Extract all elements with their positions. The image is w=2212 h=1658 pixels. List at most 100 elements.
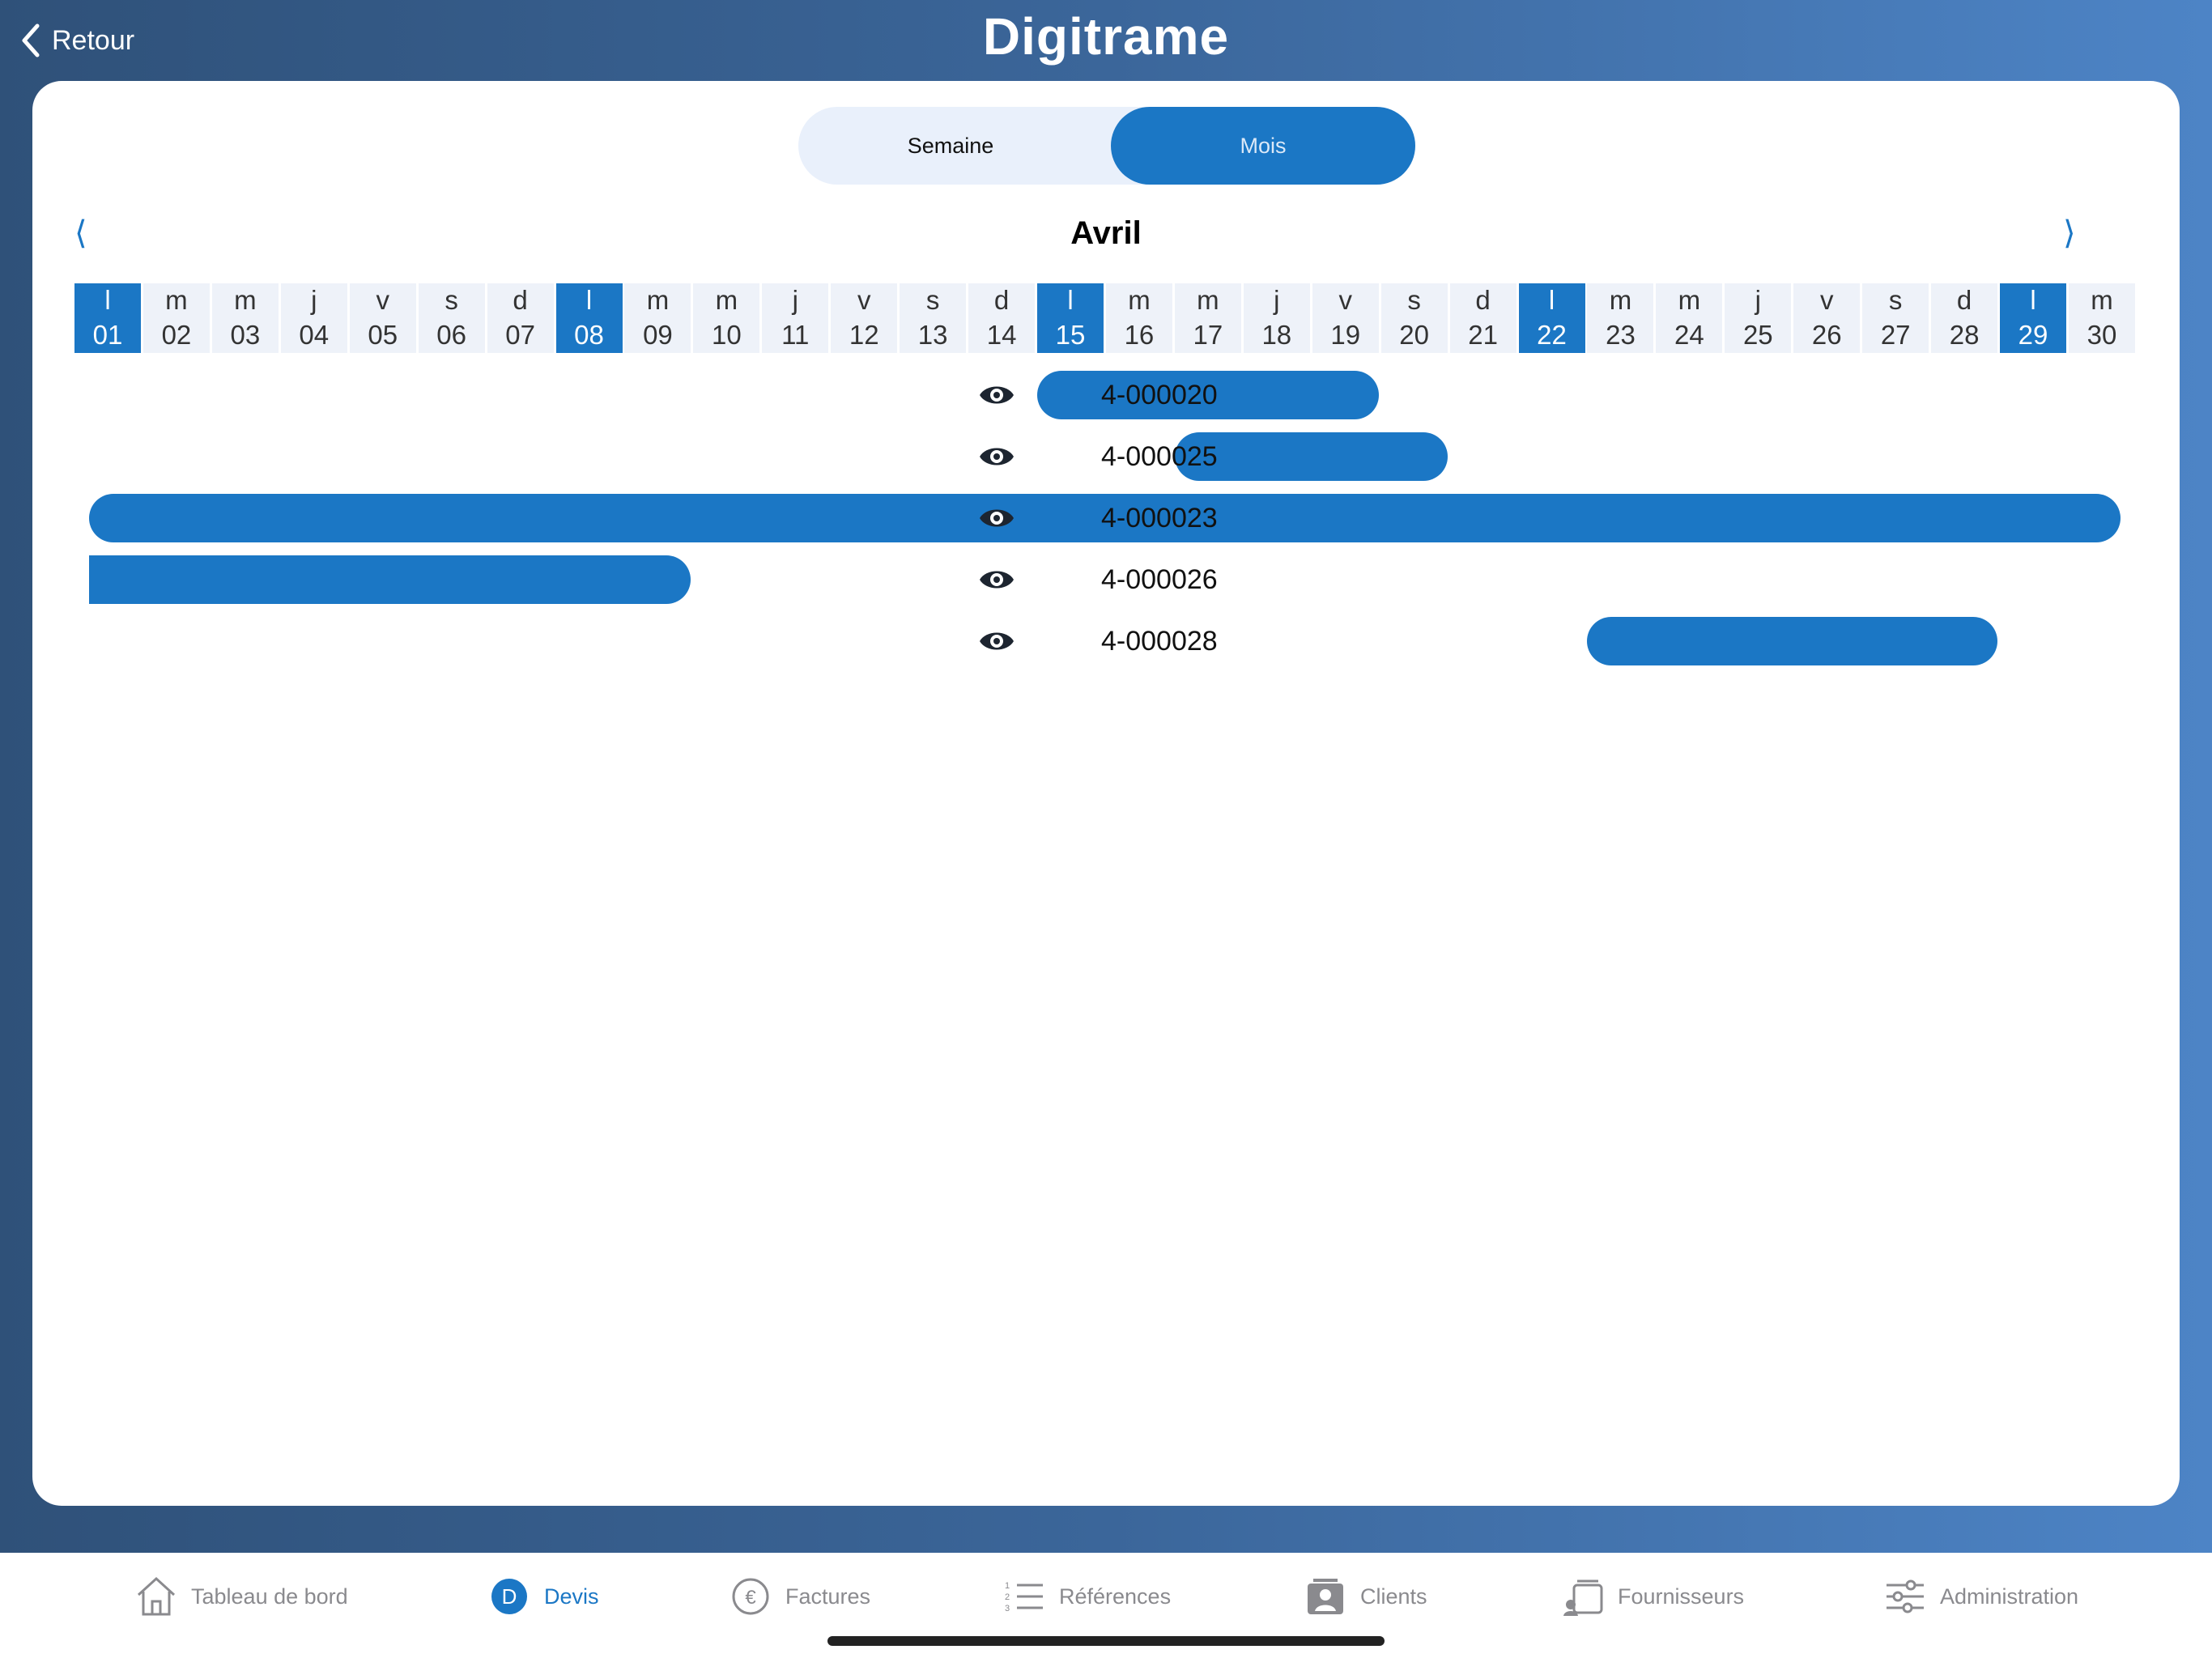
svg-text:3: 3: [1005, 1604, 1010, 1613]
day-number: 21: [1468, 320, 1498, 350]
day-cell[interactable]: s 27: [1862, 283, 1929, 353]
day-cell[interactable]: m 23: [1587, 283, 1654, 353]
day-letter: l: [1067, 285, 1074, 315]
day-letter: m: [234, 285, 257, 315]
day-number: 11: [781, 320, 810, 350]
day-cell[interactable]: s 06: [418, 283, 485, 353]
day-cell[interactable]: m 09: [624, 283, 691, 353]
day-number: 29: [2018, 320, 2048, 350]
day-number: 25: [1742, 320, 1773, 350]
tab-devis-d[interactable]: D Devis: [487, 1575, 599, 1618]
day-letter: j: [1274, 285, 1280, 315]
day-cell[interactable]: m 10: [693, 283, 760, 353]
tab-client-card[interactable]: Clients: [1304, 1575, 1427, 1618]
day-letter: v: [1338, 285, 1352, 315]
tab-sliders[interactable]: Administration: [1883, 1575, 2078, 1618]
day-letter: s: [445, 285, 458, 315]
tab-supplier[interactable]: Fournisseurs: [1561, 1575, 1744, 1618]
day-cell[interactable]: s 13: [900, 283, 967, 353]
quote-number: 4-000025: [1101, 441, 1218, 472]
month-title: Avril: [1070, 215, 1142, 251]
quote-timeline-bar[interactable]: [1587, 617, 1998, 665]
eye-icon[interactable]: [978, 627, 1015, 656]
month-view-button[interactable]: Mois: [1111, 107, 1415, 185]
day-letter: d: [513, 285, 528, 315]
tab-euro[interactable]: € Factures: [729, 1575, 870, 1618]
day-letter: m: [1678, 285, 1701, 315]
quote-number: 4-000028: [1101, 626, 1218, 657]
day-letter: m: [2091, 285, 2113, 315]
day-cell[interactable]: d 07: [487, 283, 554, 353]
day-number: 27: [1880, 320, 1911, 350]
eye-icon[interactable]: [978, 442, 1015, 471]
day-cell[interactable]: j 11: [762, 283, 829, 353]
day-letter: l: [2030, 285, 2036, 315]
day-letter: m: [646, 285, 670, 315]
quote-row: 4-000025: [32, 432, 2180, 481]
quote-row: 4-000028: [32, 617, 2180, 665]
svg-text:2: 2: [1005, 1592, 1010, 1602]
day-cell[interactable]: m 24: [1656, 283, 1723, 353]
quote-timeline-bar[interactable]: [89, 555, 691, 604]
eye-icon[interactable]: [978, 504, 1015, 533]
day-cell[interactable]: m 17: [1174, 283, 1241, 353]
day-letter: m: [165, 285, 188, 315]
quote-number: 4-000023: [1101, 503, 1218, 534]
day-number: 05: [368, 320, 398, 350]
day-cell[interactable]: v 12: [831, 283, 898, 353]
week-view-button[interactable]: Semaine: [798, 107, 1103, 185]
day-letter: d: [993, 285, 1010, 315]
eye-icon[interactable]: [978, 565, 1015, 594]
day-cell[interactable]: v 05: [349, 283, 416, 353]
day-cell[interactable]: d 14: [968, 283, 1036, 353]
day-number: 24: [1674, 320, 1704, 350]
day-cell[interactable]: d 28: [1931, 283, 1998, 353]
quote-row: 4-000026: [32, 555, 2180, 604]
next-month-button[interactable]: ⟩: [2063, 215, 2076, 252]
tab-house[interactable]: Tableau de bord: [134, 1575, 348, 1618]
day-cell[interactable]: m 30: [2068, 283, 2135, 353]
day-letter: s: [925, 285, 940, 315]
day-letter: l: [1548, 285, 1555, 315]
day-cell[interactable]: l 01: [74, 283, 141, 353]
day-cell[interactable]: m 02: [143, 283, 210, 353]
day-header: l 01 m 02 m 03 j 04 v 05 s 06 d 07 l 08 m 09 m 10 j 11 v 12 s 13 d…: [74, 283, 2138, 353]
day-number: 20: [1399, 320, 1430, 350]
day-cell[interactable]: m 03: [211, 283, 279, 353]
house-icon: [134, 1575, 191, 1618]
day-letter: m: [1128, 285, 1151, 315]
day-cell[interactable]: l 29: [2000, 283, 2067, 353]
day-number: 04: [299, 320, 330, 350]
brand-logo: Digitrame: [982, 7, 1230, 66]
day-cell[interactable]: m 16: [1105, 283, 1172, 353]
day-number: 15: [1055, 320, 1086, 350]
day-cell[interactable]: l 15: [1037, 283, 1104, 353]
day-letter: m: [715, 285, 738, 315]
day-letter: v: [857, 285, 871, 315]
numbered-list-icon: 12 3: [1002, 1575, 1059, 1618]
day-cell[interactable]: l 22: [1518, 283, 1585, 353]
quote-number: 4-000026: [1101, 564, 1218, 595]
supplier-icon: [1561, 1575, 1618, 1618]
day-cell[interactable]: v 26: [1793, 283, 1861, 353]
day-letter: j: [792, 285, 798, 315]
day-cell[interactable]: d 21: [1449, 283, 1516, 353]
day-cell[interactable]: v 19: [1312, 283, 1379, 353]
day-letter: s: [1407, 285, 1421, 315]
day-cell[interactable]: j 25: [1725, 283, 1792, 353]
day-number: 28: [1949, 320, 1980, 350]
eye-icon[interactable]: [978, 380, 1015, 410]
top-bar: Retour Digitrame: [0, 0, 2212, 81]
day-number: 22: [1537, 320, 1567, 350]
day-cell[interactable]: l 08: [555, 283, 623, 353]
day-number: 07: [505, 320, 535, 350]
planning-card: Semaine Mois ⟨ Avril ⟩ l 01 m 02 m 03 j 04 v 05 s 0…: [32, 81, 2180, 1506]
tab-numbered-list[interactable]: 1 2 3 Références: [1002, 1575, 1171, 1618]
day-cell[interactable]: j 04: [280, 283, 347, 353]
tab-label: Références: [1059, 1584, 1172, 1609]
day-cell[interactable]: j 18: [1243, 283, 1310, 353]
day-number: 13: [917, 320, 948, 350]
quote-number: 4-000020: [1101, 380, 1218, 410]
day-number: 23: [1606, 320, 1636, 350]
day-cell[interactable]: s 20: [1380, 283, 1448, 353]
